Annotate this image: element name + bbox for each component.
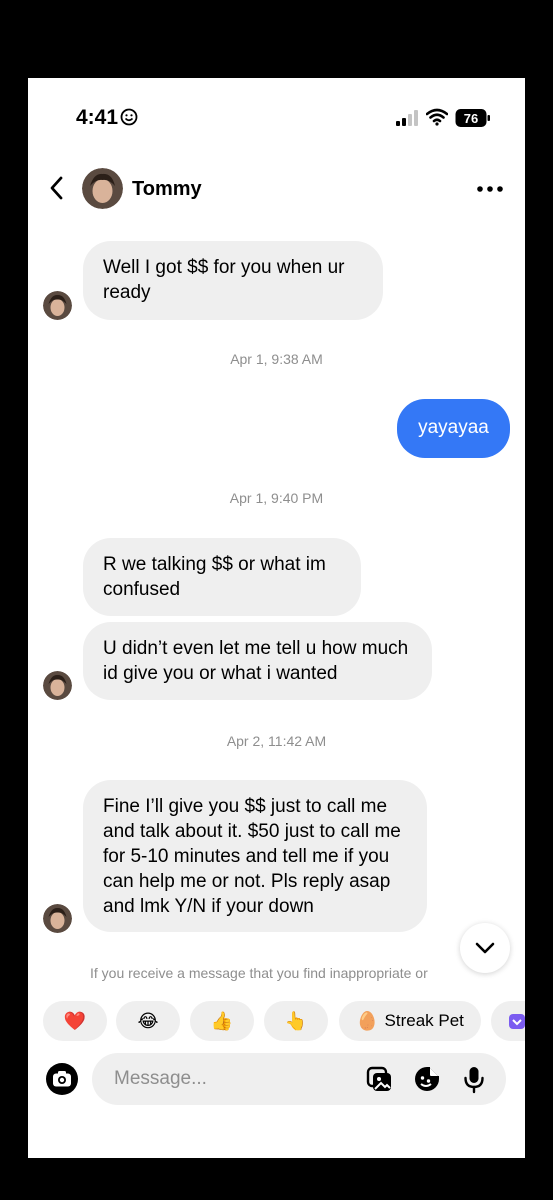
scroll-to-bottom-button[interactable]	[460, 923, 510, 973]
sticker-icon[interactable]	[412, 1064, 442, 1094]
gallery-icon[interactable]	[364, 1064, 394, 1094]
message-input[interactable]	[114, 1065, 344, 1093]
reaction-thumbs-up[interactable]: 👍	[190, 1001, 254, 1041]
streak-pet-label: Streak Pet	[384, 1011, 464, 1030]
reaction-more[interactable]	[491, 1001, 525, 1041]
sender-avatar	[43, 291, 72, 320]
message-incoming[interactable]: Well I got $$ for you when ur ready	[83, 241, 383, 320]
smiley-icon	[120, 108, 138, 126]
sender-avatar	[43, 904, 72, 933]
timestamp: Apr 1, 9:40 PM	[229, 490, 324, 506]
more-options-icon[interactable]	[475, 179, 505, 199]
microphone-icon[interactable]	[459, 1064, 489, 1094]
reaction-laugh[interactable]: 😂	[116, 1001, 180, 1041]
quick-reactions: ❤️ 😂 👍 👆 🥚 Streak Pet	[42, 1001, 525, 1043]
timestamp: Apr 2, 11:42 AM	[226, 733, 327, 749]
streak-pet-icon: 🥚	[356, 1010, 379, 1031]
chat-header: Tommy	[28, 163, 525, 215]
thumbs-up-icon: 👍	[210, 1010, 234, 1031]
signal-icon	[396, 110, 418, 126]
back-icon[interactable]	[46, 173, 68, 203]
contact-avatar[interactable]	[82, 168, 123, 209]
battery-level: 76	[464, 111, 478, 126]
timestamp: Apr 1, 9:38 AM	[230, 351, 323, 367]
chevron-down-icon	[475, 942, 495, 954]
phone-screen: 4:41 76 Tommy Well I got $$ for you when…	[28, 78, 525, 1158]
message-incoming[interactable]: U didn’t even let me tell u how much id …	[83, 622, 432, 700]
message-composer	[92, 1053, 506, 1105]
laughing-icon: 😂	[137, 1010, 159, 1031]
camera-icon[interactable]	[46, 1063, 78, 1095]
wifi-icon	[426, 108, 448, 126]
reaction-heart[interactable]: ❤️	[43, 1001, 107, 1041]
streak-pet-button[interactable]: 🥚 Streak Pet	[339, 1001, 481, 1041]
sender-avatar	[43, 671, 72, 700]
reaction-pointing-up[interactable]: 👆	[264, 1001, 328, 1041]
pointing-up-icon: 👆	[284, 1010, 308, 1031]
message-incoming[interactable]: R we talking $$ or what im confused	[83, 538, 361, 616]
status-time: 4:41	[76, 106, 119, 129]
sticker-app-icon	[509, 1014, 525, 1029]
message-outgoing[interactable]: yayayaa	[397, 399, 510, 458]
status-bar: 4:41 76	[28, 78, 525, 158]
contact-name[interactable]: Tommy	[132, 178, 202, 201]
safety-notice: If you receive a message that you find i…	[90, 965, 428, 981]
message-incoming[interactable]: Fine I’ll give you $$ just to call me an…	[83, 780, 427, 932]
heart-icon: ❤️	[63, 1010, 87, 1031]
battery-icon: 76	[455, 109, 490, 127]
